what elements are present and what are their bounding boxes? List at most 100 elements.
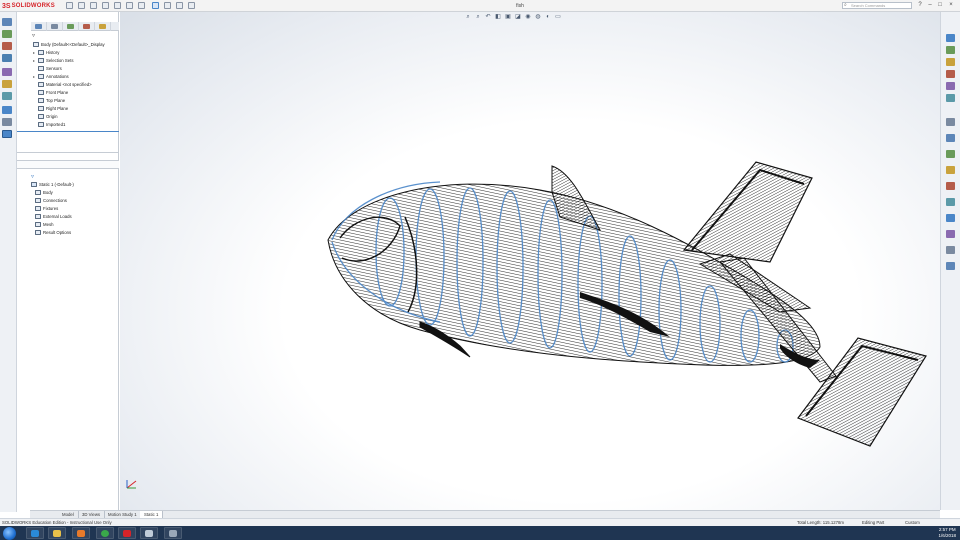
solidworks-logo[interactable]: 3S SOLIDWORKS	[2, 2, 55, 10]
fixtures-icon	[35, 206, 41, 212]
file-properties-icon[interactable]	[176, 2, 183, 9]
tab-display-manager[interactable]	[95, 22, 111, 31]
home-icon[interactable]	[78, 2, 85, 9]
tree-item-origin[interactable]: Origin	[33, 113, 57, 120]
rebuild-icon[interactable]	[164, 2, 171, 9]
annotations-icon	[38, 74, 44, 80]
open-icon[interactable]	[102, 2, 109, 9]
selection-sets-icon	[38, 58, 44, 64]
connections-advisor-icon[interactable]	[2, 54, 12, 62]
system-clock[interactable]: 2:57 PM 1/6/2018	[938, 527, 956, 539]
results-advisor-icon[interactable]	[2, 80, 12, 88]
undo-icon[interactable]	[138, 2, 145, 9]
tab-feature-tree[interactable]	[31, 22, 47, 31]
zebra-stripes-icon[interactable]	[946, 246, 955, 254]
filter-icon[interactable]: ▿	[32, 32, 35, 39]
options-icon[interactable]	[188, 2, 195, 9]
solidworks-icon[interactable]	[118, 527, 136, 539]
solidworks-resources-icon[interactable]	[946, 34, 955, 42]
sensors-icon	[38, 66, 44, 72]
wireframe-model[interactable]	[120, 12, 940, 510]
curvature-icon[interactable]	[946, 262, 955, 270]
expand-menu-icon[interactable]	[66, 2, 73, 9]
external-loads-icon[interactable]	[2, 42, 12, 50]
panel-splitter[interactable]	[17, 152, 119, 153]
part-icon	[33, 42, 39, 48]
explorer-icon[interactable]	[48, 527, 66, 539]
thickness-analysis-icon[interactable]	[946, 230, 955, 238]
measure-icon[interactable]	[946, 166, 955, 174]
simulation-filter-icon[interactable]: ▿	[31, 173, 34, 180]
restore-button[interactable]: □	[936, 2, 944, 10]
search-commands-input[interactable]: ⌕ Search Commands	[842, 2, 912, 9]
select-icon[interactable]	[152, 2, 159, 9]
browser-app-icon[interactable]	[164, 527, 182, 539]
rollback-bar[interactable]	[17, 131, 119, 132]
history-icon	[38, 50, 44, 56]
sim-item-body[interactable]: Body	[35, 189, 53, 196]
tree-item-front-plane[interactable]: Front Plane	[33, 89, 68, 96]
tab-configuration-manager[interactable]	[63, 22, 79, 31]
view-palette-icon[interactable]	[946, 70, 955, 78]
design-library-icon[interactable]	[946, 46, 955, 54]
print-icon[interactable]	[126, 2, 133, 9]
fixtures-advisor-icon[interactable]	[2, 30, 12, 38]
section-properties-icon[interactable]	[946, 150, 955, 158]
tree-item-history[interactable]: ▸ History	[33, 49, 59, 56]
sim-tree-root[interactable]: Static 1 (-Default-)	[31, 181, 74, 188]
study-advisor-icon[interactable]	[2, 18, 12, 26]
ie-icon[interactable]	[26, 527, 44, 539]
new-document-icon[interactable]	[90, 2, 97, 9]
design-insight-icon[interactable]	[2, 118, 12, 126]
sim-item-connections[interactable]: Connections	[35, 197, 67, 204]
tree-root-body[interactable]: Body (Default<<Default>_Display	[33, 41, 105, 48]
compare-results-icon[interactable]	[2, 106, 12, 114]
tree-item-top-plane[interactable]: Top Plane	[33, 97, 65, 104]
tree-item-imported1[interactable]: Imported1	[33, 121, 65, 128]
sim-item-result-options[interactable]: Result Options	[35, 229, 71, 236]
units-selector[interactable]: Custom	[905, 519, 920, 526]
tree-item-annotations[interactable]: ▸ Annotations	[33, 73, 69, 80]
minimize-button[interactable]: –	[926, 2, 934, 10]
mesh-icon	[35, 222, 41, 228]
draft-analysis-icon[interactable]	[946, 214, 955, 222]
status-bar: SOLIDWORKS Education Edition - Instructi…	[0, 518, 960, 526]
plane-icon	[38, 106, 44, 112]
search-placeholder: Search Commands	[851, 3, 886, 8]
tab-dimxpert-manager[interactable]	[79, 22, 95, 31]
feature-manager-panel: ▿ Body (Default<<Default>_Display ▸ Histo…	[17, 12, 119, 510]
tree-item-right-plane[interactable]: Right Plane	[33, 105, 68, 112]
total-length: Total Length: 115.1278m	[797, 520, 844, 525]
brand-name: SOLIDWORKS	[11, 3, 55, 9]
connections-icon	[35, 198, 41, 204]
tree-item-selection-sets[interactable]: ▸ Selection Sets	[33, 57, 73, 64]
sim-item-mesh[interactable]: Mesh	[35, 221, 54, 228]
tree-item-material[interactable]: Material <not specified>	[33, 81, 92, 88]
start-button-icon[interactable]	[3, 527, 16, 540]
simulation-options-icon[interactable]	[2, 130, 12, 138]
close-button[interactable]: ×	[947, 2, 955, 10]
tree-item-sensors[interactable]: Sensors	[33, 65, 62, 72]
feature-manager-tabs	[31, 22, 119, 31]
custom-properties-icon[interactable]	[946, 94, 955, 102]
upper-tail-plate	[682, 161, 813, 263]
tab-property-manager[interactable]	[47, 22, 63, 31]
geometry-analysis-icon[interactable]	[946, 198, 955, 206]
file-explorer-icon[interactable]	[946, 58, 955, 66]
sim-item-fixtures[interactable]: Fixtures	[35, 205, 58, 212]
check-icon[interactable]	[946, 182, 955, 190]
simulation-app-icon[interactable]	[140, 527, 158, 539]
chrome-icon[interactable]	[96, 527, 114, 539]
run-study-icon[interactable]	[2, 68, 12, 76]
media-player-icon[interactable]	[72, 527, 90, 539]
deformed-result-icon[interactable]	[2, 92, 12, 100]
evaluate-icon[interactable]	[946, 118, 955, 126]
mass-properties-icon[interactable]	[946, 134, 955, 142]
sim-item-external-loads[interactable]: External Loads	[35, 213, 72, 220]
appearances-icon[interactable]	[946, 82, 955, 90]
origin-icon	[38, 114, 44, 120]
save-icon[interactable]	[114, 2, 121, 9]
help-icon[interactable]: ?	[916, 2, 924, 10]
edit-mode: Editing Part	[862, 520, 885, 525]
simulation-tree-header	[17, 160, 119, 169]
